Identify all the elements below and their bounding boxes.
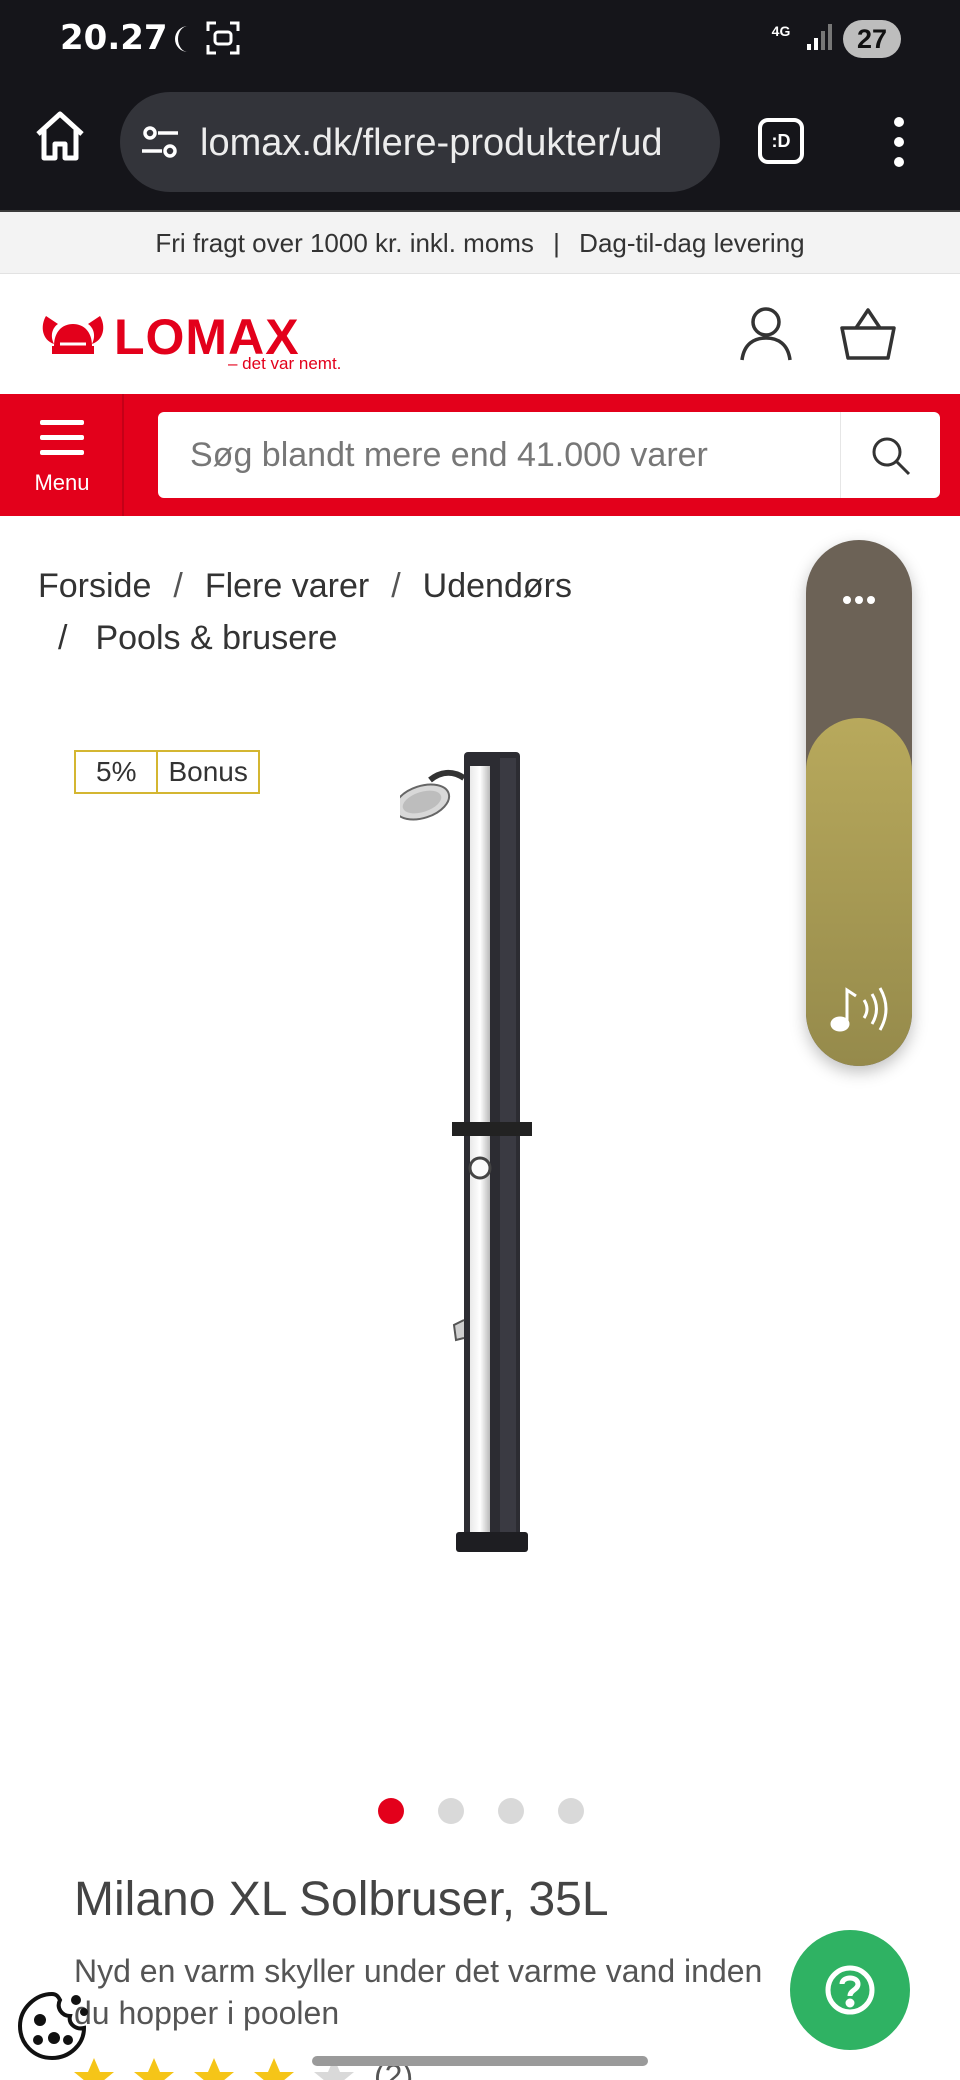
- cookie-icon: [17, 1991, 88, 2061]
- battery-indicator: 27: [843, 20, 901, 58]
- search-icon: [872, 437, 911, 476]
- home-icon: [36, 111, 84, 161]
- help-button[interactable]: [790, 1930, 910, 2050]
- question-icon: [825, 1965, 875, 2015]
- music-note-icon: [830, 987, 888, 1032]
- carousel-dot-4[interactable]: [558, 1798, 584, 1824]
- user-icon: [740, 307, 792, 361]
- hamburger-icon: [40, 420, 84, 465]
- nav-bar: Menu: [0, 394, 960, 516]
- url-text: lomax.dk/flere-produkter/ud: [200, 122, 663, 164]
- tab-switcher-button[interactable]: :D: [758, 118, 804, 164]
- gesture-navigation-bar[interactable]: [312, 2056, 648, 2066]
- browser-toolbar: lomax.dk/flere-produkter/ud :D: [0, 80, 960, 212]
- promo-separator: |: [553, 228, 560, 258]
- breadcrumb: Forside / Flere varer / Udendørs / Pools & br…: [38, 560, 658, 664]
- network-type: 4G: [771, 23, 791, 39]
- search-input[interactable]: [158, 412, 840, 498]
- lomax-logo[interactable]: LOMAX – det var nemt.: [38, 308, 358, 373]
- breadcrumb-item-udendors[interactable]: Udendørs: [423, 567, 572, 605]
- breadcrumb-item-pools[interactable]: Pools & brusere: [95, 619, 337, 657]
- carousel-dot-1[interactable]: [378, 1798, 404, 1824]
- breadcrumb-item-forside[interactable]: Forside: [38, 567, 151, 605]
- site-header: LOMAX – det var nemt.: [0, 274, 960, 394]
- product-image[interactable]: [393, 740, 560, 1570]
- audio-play-button[interactable]: [826, 980, 892, 1036]
- carousel-dot-3[interactable]: [498, 1798, 524, 1824]
- site-settings-icon[interactable]: [140, 124, 180, 165]
- search-box: [158, 412, 940, 498]
- free-shipping-text: Fri fragt over 1000 kr. inkl. moms: [155, 228, 534, 258]
- breadcrumb-separator: /: [391, 567, 401, 605]
- status-time: 20.27: [60, 18, 168, 58]
- promo-bar: Fri fragt over 1000 kr. inkl. moms | Dag…: [0, 212, 960, 274]
- basket-icon: [840, 308, 896, 360]
- solar-shower-image: [393, 752, 532, 1552]
- breadcrumb-separator: /: [58, 619, 68, 657]
- basket-button[interactable]: [838, 304, 898, 364]
- audio-player-widget[interactable]: [806, 540, 912, 1066]
- kebab-menu-icon: [894, 117, 904, 167]
- status-bar: 20.27 4G 27: [0, 0, 960, 80]
- carousel-dot-2[interactable]: [438, 1798, 464, 1824]
- menu-label: Menu: [34, 470, 90, 495]
- cookie-settings-button[interactable]: [12, 1986, 92, 2066]
- signal-icon: [805, 22, 835, 57]
- more-options-button[interactable]: [884, 114, 914, 170]
- breadcrumb-separator: /: [173, 567, 183, 605]
- audio-more-button[interactable]: [806, 580, 912, 620]
- product-description: Nyd en varm skyller under det varme vand…: [74, 1953, 763, 2031]
- url-bar[interactable]: lomax.dk/flere-produkter/ud: [120, 92, 720, 192]
- bonus-label: Bonus: [168, 756, 248, 787]
- home-button[interactable]: [32, 108, 88, 164]
- account-button[interactable]: [738, 304, 794, 364]
- bonus-badge: 5% Bonus: [74, 750, 260, 794]
- image-carousel-dots: [378, 1798, 584, 1824]
- delivery-text: Dag-til-dag levering: [579, 228, 805, 258]
- menu-button[interactable]: Menu: [0, 394, 124, 516]
- moon-icon: [170, 22, 196, 61]
- product-title: Milano XL Solbruser, 35L: [74, 1873, 609, 1926]
- screenshot-icon: [205, 20, 241, 61]
- breadcrumb-item-flere-varer[interactable]: Flere varer: [205, 567, 369, 605]
- bonus-percent: 5%: [76, 752, 159, 792]
- logo-tagline: – det var nemt.: [228, 354, 342, 373]
- search-button[interactable]: [840, 412, 940, 498]
- viking-helmet-icon: [42, 316, 104, 354]
- dots-icon: [843, 596, 875, 604]
